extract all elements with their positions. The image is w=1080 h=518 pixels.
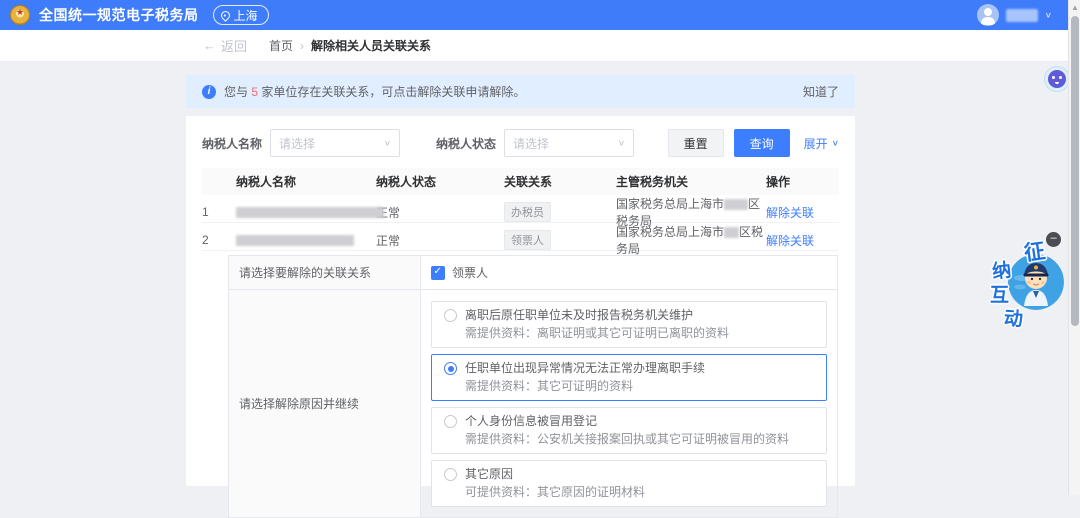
taxpayer-name-placeholder: 请选择 — [279, 135, 315, 152]
chevron-down-icon[interactable]: ∨ — [1045, 11, 1052, 20]
chevron-down-icon: ∨ — [618, 139, 625, 148]
chatbot-button[interactable] — [1044, 66, 1070, 92]
back-label: 返回 — [221, 36, 247, 55]
vertical-scrollbar[interactable]: ▲ — [1068, 0, 1080, 495]
search-button[interactable]: 查询 — [734, 129, 790, 157]
taxpayer-name-redacted — [236, 233, 376, 247]
table-row: 1 正常 办税员 国家税务总局上海市区税务局 解除关联 — [202, 195, 839, 223]
location-label: 上海 — [234, 7, 258, 24]
relation-badge: 办税员 — [504, 202, 551, 222]
scrollbar-thumb[interactable] — [1071, 16, 1079, 326]
interaction-mascot-widget[interactable]: – 征 纳 互 动 — [988, 228, 1074, 338]
header-cell: 纳税人状态 — [376, 173, 504, 190]
reason-option-desc: 需提供资料：离职证明或其它可证明已离职的资料 — [465, 326, 814, 341]
chevron-down-icon: ∨ — [832, 139, 839, 148]
taxpayer-status-placeholder: 请选择 — [513, 135, 549, 152]
back-button[interactable]: ← 返回 — [203, 36, 247, 55]
taxpayer-status: 正常 — [376, 204, 504, 221]
expand-link[interactable]: 展开 ∨ — [804, 135, 839, 152]
authority-redacted — [724, 199, 748, 210]
filter-row: 纳税人名称 请选择 ∨ 纳税人状态 请选择 ∨ 重置 查询 展开 ∨ — [202, 116, 839, 168]
relation-checkbox[interactable] — [431, 266, 445, 280]
scroll-up-arrow-icon[interactable]: ▲ — [1071, 3, 1079, 12]
robot-face-icon — [1048, 70, 1066, 88]
breadcrumb-home[interactable]: 首页 — [269, 37, 293, 54]
reason-option-desc: 可提供资料：其它原因的证明材料 — [465, 485, 814, 500]
radio-icon[interactable] — [444, 309, 457, 322]
authority-redacted — [724, 227, 739, 238]
notice-text: 您与 5 家单位存在关联关系，可点击解除关联申请解除。 — [224, 83, 525, 100]
relation-options-cell: 领票人 — [421, 256, 837, 289]
taxpayer-status: 正常 — [376, 232, 504, 249]
relation-cell: 领票人 — [504, 230, 616, 250]
reason-options-cell: 离职后原任职单位未及时报告税务机关维护 需提供资料：离职证明或其它可证明已离职的… — [421, 290, 837, 517]
radio-icon[interactable] — [444, 468, 457, 481]
mascot-char: 动 — [1003, 303, 1024, 331]
user-area[interactable]: ∨ — [977, 4, 1070, 26]
reason-option[interactable]: 任职单位出现异常情况无法正常办理离职手续 需提供资料：其它可证明的资料 — [431, 354, 827, 401]
row-index: 2 — [202, 233, 236, 247]
relation-badge: 领票人 — [504, 230, 551, 250]
authority-cell: 国家税务总局上海市区税务局 — [616, 223, 766, 257]
relation-select-row: 请选择要解除的关联关系 领票人 — [229, 256, 837, 290]
top-bar: 全国统一规范电子税务局 上海 ∨ — [0, 0, 1080, 30]
remove-association-link[interactable]: 解除关联 — [766, 204, 837, 221]
reason-option[interactable]: 个人身份信息被冒用登记 需提供资料：公安机关接报案回执或其它可证明被冒用的资料 — [431, 407, 827, 454]
relation-cell: 办税员 — [504, 202, 616, 222]
dismiss-notice-button[interactable]: 知道了 — [803, 83, 839, 100]
user-avatar[interactable] — [977, 4, 999, 26]
reason-option[interactable]: 其它原因 可提供资料：其它原因的证明材料 — [431, 460, 827, 507]
info-icon: i — [202, 85, 216, 99]
header-cell: 关联关系 — [504, 173, 616, 190]
national-emblem-logo — [10, 5, 30, 25]
reason-option[interactable]: 离职后原任职单位未及时报告税务机关维护 需提供资料：离职证明或其它可证明已离职的… — [431, 301, 827, 348]
location-pin-icon — [219, 9, 232, 22]
app-title: 全国统一规范电子税务局 — [39, 5, 199, 25]
header-cell: 纳税人名称 — [236, 173, 376, 190]
reason-row-label: 请选择解除原因并继续 — [229, 290, 421, 517]
removal-detail-panel: 请选择要解除的关联关系 领票人 请选择解除原因并继续 离职后原任职单位未及时报告… — [228, 255, 838, 518]
taxpayer-name-redacted — [236, 205, 376, 219]
remove-association-link[interactable]: 解除关联 — [766, 232, 837, 249]
radio-icon[interactable] — [444, 415, 457, 428]
breadcrumb-bar: ← 返回 首页 › 解除相关人员关联关系 — [0, 30, 1080, 62]
taxpayer-status-select[interactable]: 请选择 ∨ — [504, 129, 634, 157]
relation-row-label: 请选择要解除的关联关系 — [229, 256, 421, 289]
mascot-char: 征 — [1022, 235, 1047, 268]
table-row: 2 正常 领票人 国家税务总局上海市区税务局 解除关联 — [202, 223, 839, 251]
table-header: 纳税人名称 纳税人状态 关联关系 主管税务机关 操作 — [202, 168, 839, 195]
reset-button[interactable]: 重置 — [668, 129, 724, 157]
reason-option-desc: 需提供资料：其它可证明的资料 — [465, 379, 814, 394]
chevron-down-icon: ∨ — [384, 139, 391, 148]
taxpayer-name-select[interactable]: 请选择 ∨ — [270, 129, 400, 157]
breadcrumb-current: 解除相关人员关联关系 — [311, 37, 431, 54]
radio-icon[interactable] — [444, 362, 457, 375]
location-selector[interactable]: 上海 — [213, 5, 269, 25]
main-card: 纳税人名称 请选择 ∨ 纳税人状态 请选择 ∨ 重置 查询 展开 ∨ 纳税人名称… — [186, 116, 855, 486]
relation-checkbox-label: 领票人 — [452, 264, 488, 281]
row-index: 1 — [202, 205, 236, 219]
reason-option-desc: 需提供资料：公安机关接报案回执或其它可证明被冒用的资料 — [465, 432, 814, 447]
minimize-mascot-button[interactable]: – — [1046, 232, 1061, 247]
reason-select-row: 请选择解除原因并继续 离职后原任职单位未及时报告税务机关维护 需提供资料：离职证… — [229, 290, 837, 517]
back-arrow-icon: ← — [203, 38, 216, 53]
user-name-redacted — [1006, 9, 1038, 22]
header-cell: 操作 — [766, 173, 837, 190]
taxpayer-name-label: 纳税人名称 — [202, 135, 262, 152]
notice-banner: i 您与 5 家单位存在关联关系，可点击解除关联申请解除。 知道了 — [186, 75, 855, 108]
header-cell: 主管税务机关 — [616, 173, 766, 190]
breadcrumb-separator: › — [300, 39, 304, 53]
taxpayer-status-label: 纳税人状态 — [436, 135, 496, 152]
